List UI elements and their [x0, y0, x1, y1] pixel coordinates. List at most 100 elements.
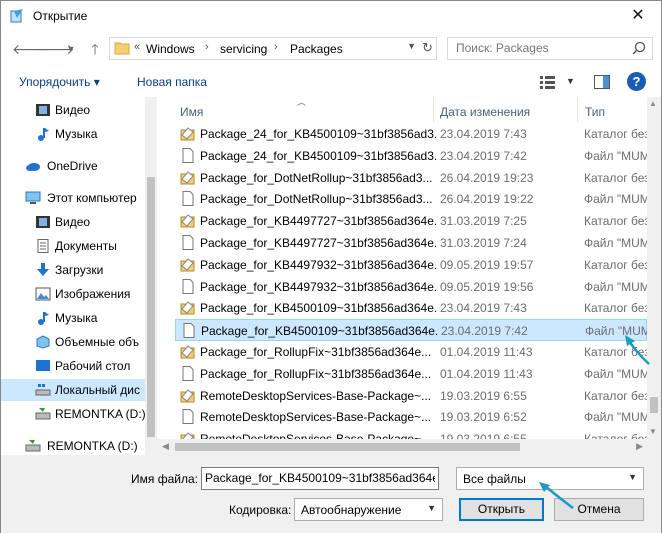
file-icon	[182, 365, 194, 381]
search-box[interactable]	[447, 37, 653, 60]
breadcrumb-separator: ›	[205, 41, 209, 53]
filename-field[interactable]	[201, 467, 439, 490]
new-folder-button[interactable]: Новая папка	[137, 75, 207, 89]
file-date: 26.04.2019 19:23	[440, 170, 534, 185]
column-name[interactable]: Имя	[180, 105, 203, 119]
scroll-right-icon[interactable]: ▶	[636, 441, 643, 452]
file-row[interactable]: Package_for_KB4500109~31bf3856ad364e... 2…	[175, 319, 647, 342]
file-type: Каталог без	[584, 214, 647, 229]
scrollbar-thumb[interactable]	[147, 177, 155, 437]
open-button[interactable]: Открыть	[459, 498, 544, 521]
nav-item-onedrive[interactable]: OneDrive	[1, 155, 145, 177]
search-icon	[632, 41, 646, 55]
nav-item-remontka-d[interactable]: REMONTKA (D:)	[1, 403, 145, 425]
file-type-select[interactable]: Все файлы ▼	[456, 467, 644, 490]
back-button[interactable]: 🡐	[12, 39, 50, 59]
cancel-button[interactable]: Отмена	[554, 498, 644, 521]
catalog-file-icon	[180, 258, 195, 272]
nav-item-local-disk[interactable]: Локальный дис	[1, 379, 145, 401]
file-row[interactable]: Package_for_KB4500109~31bf3856ad364e... 2…	[175, 297, 647, 319]
column-type[interactable]: Тип	[585, 105, 605, 119]
column-date[interactable]: Дата изменения	[440, 105, 530, 119]
nav-item-pictures[interactable]: Изображения	[1, 283, 145, 305]
nav-item-video[interactable]: Видео	[1, 99, 145, 121]
file-type: Каталог без	[584, 388, 647, 403]
scroll-up-icon[interactable]: ▲	[649, 99, 657, 108]
address-dropdown-icon[interactable]: ▼	[407, 41, 416, 51]
filename-input[interactable]	[205, 471, 435, 485]
file-icon	[182, 235, 194, 250]
view-options-icon[interactable]	[540, 75, 555, 89]
breadcrumb-packages[interactable]: Packages	[290, 42, 343, 56]
nav-item-desktop[interactable]: Рабочий стол	[1, 355, 145, 377]
help-icon[interactable]: ?	[627, 72, 646, 91]
scrollbar-thumb[interactable]	[650, 397, 658, 413]
music-icon	[38, 128, 49, 141]
file-type: Файл "MUM	[584, 279, 647, 294]
file-name: Package_for_DotNetRollup~31bf3856ad3...	[200, 170, 433, 185]
scroll-left-icon[interactable]: ◀	[162, 441, 169, 452]
address-bar[interactable]: « Windows › servicing › Packages ▼ ↻	[109, 37, 437, 60]
file-row[interactable]: Package_for_KB4497932~31bf3856ad364e... 0…	[175, 254, 647, 276]
file-type: Файл "MUM	[585, 324, 647, 339]
file-icon	[182, 191, 194, 207]
nav-item-downloads[interactable]: Загрузки	[1, 259, 145, 281]
preview-pane-icon[interactable]	[594, 75, 610, 89]
file-row[interactable]: Package_for_DotNetRollup~31bf3856ad3... 2…	[175, 167, 647, 189]
file-type: Файл "MUM	[584, 366, 647, 381]
forward-button[interactable]: 🡒	[37, 39, 75, 59]
file-date: 31.03.2019 7:24	[440, 236, 527, 250]
nav-item-video-pc[interactable]: Видео	[1, 211, 145, 233]
organize-button[interactable]: Упорядочить ▾	[19, 75, 100, 89]
catalog-file-icon	[180, 388, 195, 403]
column-divider[interactable]	[433, 97, 434, 123]
encoding-select[interactable]: Автообнаружение ▼	[294, 498, 443, 521]
breadcrumb-windows[interactable]: Windows	[146, 42, 195, 56]
file-row[interactable]: Package_for_KB4497932~31bf3856ad364e... 0…	[175, 276, 647, 298]
catalog-file-icon	[180, 170, 195, 185]
music-icon	[38, 312, 49, 325]
file-name: Package_for_RollupFix~31bf3856ad364e...	[200, 366, 432, 381]
nav-item-this-pc[interactable]: Этот компьютер	[1, 187, 145, 209]
search-input[interactable]	[456, 41, 626, 55]
horizontal-scrollbar[interactable]: ◀ ▶	[157, 439, 661, 455]
breadcrumb-overflow[interactable]: «	[134, 41, 140, 53]
up-button[interactable]: 🡑	[85, 39, 105, 59]
encoding-value: Автообнаружение	[301, 503, 402, 517]
window-title: Открытие	[33, 9, 88, 23]
local-disk-icon	[35, 384, 51, 396]
file-row[interactable]: RemoteDesktopServices-Base-Package~... 19…	[175, 406, 647, 428]
nav-item-music-pc[interactable]: Музыка	[1, 307, 145, 329]
breadcrumb-servicing[interactable]: servicing	[220, 42, 267, 56]
file-row[interactable]: Package_for_KB4497727~31bf3856ad364e... 3…	[175, 210, 647, 232]
refresh-icon[interactable]: ↻	[422, 40, 433, 56]
file-row[interactable]: Package_for_RollupFix~31bf3856ad364e... 0…	[175, 363, 647, 385]
file-list-scrollbar[interactable]: ▲ ▼	[647, 97, 661, 439]
recent-dropdown-button[interactable]: ▼	[61, 39, 81, 59]
title-bar: Открытие ✕	[1, 1, 661, 31]
column-divider[interactable]	[577, 97, 578, 123]
file-row[interactable]: Package_for_KB4497727~31bf3856ad364e... 3…	[175, 232, 647, 254]
video-icon	[36, 104, 50, 116]
nav-item-3d-objects[interactable]: Объемные объ	[1, 331, 145, 353]
file-row[interactable]: Package_24_for_KB4500109~31bf3856ad3... 2…	[175, 145, 647, 167]
nav-item-music[interactable]: Музыка	[1, 123, 145, 145]
encoding-label: Кодировка:	[229, 503, 292, 517]
file-date: 23.04.2019 7:42	[441, 324, 528, 339]
file-date: 01.04.2019 11:43	[440, 366, 533, 381]
view-dropdown-icon[interactable]: ▼	[566, 76, 575, 86]
file-name: Package_24_for_KB4500109~31bf3856ad3...	[200, 127, 436, 141]
file-row[interactable]: Package_for_DotNetRollup~31bf3856ad3... 2…	[175, 188, 647, 210]
file-name: Package_for_KB4497727~31bf3856ad364e...	[200, 236, 436, 250]
file-date: 19.03.2019 6:55	[440, 388, 527, 403]
nav-item-documents[interactable]: Документы	[1, 235, 145, 257]
scrollbar-thumb[interactable]	[175, 443, 520, 451]
nav-item-remontka-d-root[interactable]: REMONTKA (D:)	[1, 435, 145, 455]
file-row[interactable]: Package_24_for_KB4500109~31bf3856ad3... 2…	[175, 123, 647, 145]
navigation-scrollbar[interactable]	[145, 97, 157, 455]
file-row[interactable]: RemoteDesktopServices-Base-Package~... 19…	[175, 385, 647, 407]
scroll-down-icon[interactable]: ▼	[649, 427, 657, 436]
file-row[interactable]: Package_for_RollupFix~31bf3856ad364e... 0…	[175, 341, 647, 363]
file-name: Package_for_KB4500109~31bf3856ad364e...	[201, 324, 437, 339]
close-button[interactable]: ✕	[615, 1, 661, 31]
